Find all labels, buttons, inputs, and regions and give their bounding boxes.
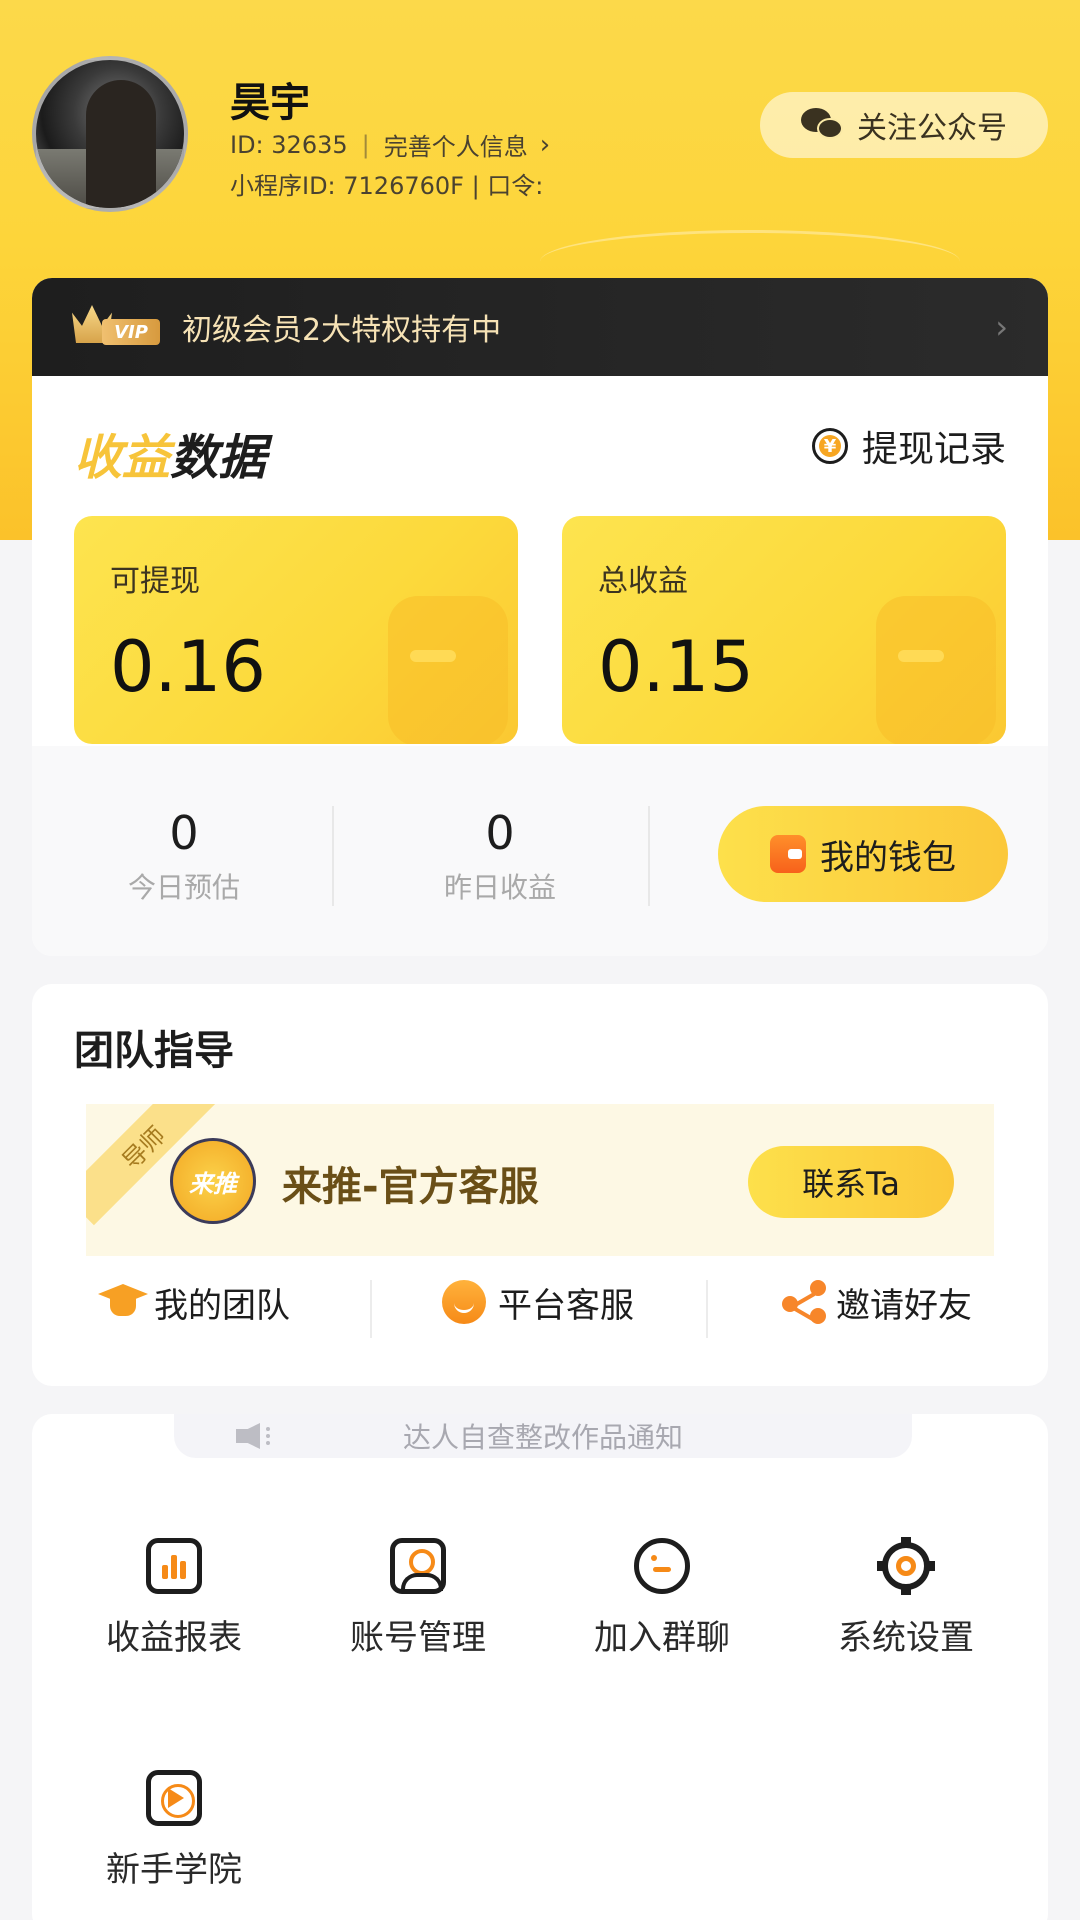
- mentor-banner[interactable]: 导师 来推 来推-官方客服 联系Ta: [86, 1104, 994, 1256]
- chevron-right-icon: ›: [995, 308, 1008, 346]
- yesterday-income-value: 0: [485, 806, 515, 860]
- yen-coin-icon: ¥: [811, 428, 848, 464]
- my-wallet-button[interactable]: 我的钱包: [718, 806, 1008, 902]
- divider: [332, 806, 334, 906]
- platform-service-link[interactable]: 平台客服: [442, 1272, 634, 1332]
- grid-join-group[interactable]: 加入群聊: [562, 1538, 762, 1659]
- notice-text: 达人自查整改作品通知: [402, 1421, 683, 1454]
- total-income-value: 0.15: [598, 626, 754, 708]
- account-icon: [390, 1538, 446, 1594]
- grid-income-report[interactable]: 收益报表: [74, 1538, 274, 1659]
- team-guidance-card: 团队指导 导师 来推 来推-官方客服 联系Ta 我的团队 平台客服 邀请好友: [32, 984, 1048, 1386]
- customer-service-icon: [442, 1280, 486, 1324]
- user-id-row[interactable]: ID: 32635 | 完善个人信息 ›: [230, 127, 550, 162]
- vip-crown-icon: VIP: [72, 305, 160, 349]
- divider: [370, 1280, 372, 1338]
- withdrawable-value: 0.16: [110, 626, 266, 708]
- follow-official-account-button[interactable]: 关注公众号: [760, 92, 1048, 158]
- my-team-label: 我的团队: [154, 1285, 290, 1326]
- gear-icon: [877, 1537, 935, 1595]
- speaker-icon: [236, 1423, 270, 1449]
- complete-info-link[interactable]: 完善个人信息: [384, 127, 528, 162]
- mentor-name: 来推-官方客服: [282, 1164, 539, 1210]
- income-card: VIP 初级会员2大特权持有中 › 收益数据 ¥ 提现记录 可提现 0.16 总…: [32, 278, 1048, 956]
- user-id: ID: 32635: [230, 130, 348, 159]
- grid-label: 收益报表: [106, 1618, 242, 1658]
- vip-badge-label: VIP: [102, 319, 160, 345]
- withdraw-record-label: 提现记录: [861, 429, 1006, 470]
- vip-text: 初级会员2大特权持有中: [182, 313, 502, 348]
- bar-chart-icon: [146, 1538, 202, 1594]
- avatar-figure: [86, 80, 156, 208]
- withdrawable-label: 可提现: [110, 564, 200, 599]
- avatar[interactable]: [32, 56, 188, 212]
- income-section-title: 收益数据: [74, 418, 266, 488]
- follow-label: 关注公众号: [857, 111, 1007, 146]
- grid-beginner-academy[interactable]: 新手学院: [74, 1770, 274, 1891]
- share-icon: [782, 1280, 826, 1324]
- income-title-highlight: 收益: [74, 430, 171, 486]
- vip-bar[interactable]: VIP 初级会员2大特权持有中 ›: [32, 278, 1048, 376]
- graduation-cap-icon: [98, 1282, 148, 1322]
- platform-service-label: 平台客服: [498, 1285, 634, 1326]
- wallet-icon: [770, 835, 806, 873]
- today-estimate-value: 0: [169, 806, 199, 860]
- grid-label: 账号管理: [350, 1618, 486, 1658]
- income-title-rest: 数据: [170, 430, 267, 486]
- divider: [706, 1280, 708, 1338]
- total-income-card[interactable]: 总收益 0.15: [562, 516, 1006, 744]
- withdraw-record-link[interactable]: ¥ 提现记录: [811, 420, 1006, 472]
- yesterday-income[interactable]: 0 昨日收益: [400, 806, 600, 906]
- my-team-link[interactable]: 我的团队: [98, 1272, 290, 1332]
- invite-friends-label: 邀请好友: [836, 1285, 972, 1326]
- mini-program-id: 小程序ID: 7126760F | 口令:: [230, 172, 544, 200]
- wallet-watermark-icon: [876, 596, 996, 744]
- grid-label: 加入群聊: [594, 1618, 730, 1658]
- mentor-logo: 来推: [170, 1138, 256, 1224]
- wechat-icon: [801, 108, 845, 142]
- grid-account-management[interactable]: 账号管理: [318, 1538, 518, 1659]
- wallet-watermark-icon: [388, 596, 508, 744]
- my-wallet-label: 我的钱包: [820, 837, 956, 878]
- total-income-label: 总收益: [598, 564, 688, 599]
- today-estimate-label: 今日预估: [127, 871, 240, 904]
- user-name: 昊宇: [230, 80, 310, 126]
- divider: [648, 806, 650, 906]
- today-estimate[interactable]: 0 今日预估: [84, 806, 284, 906]
- invite-friends-link[interactable]: 邀请好友: [782, 1272, 972, 1332]
- notice-bar[interactable]: 达人自查整改作品通知: [174, 1414, 912, 1458]
- chat-bubble-icon: [634, 1538, 690, 1594]
- income-summary-panel: 0 今日预估 0 昨日收益 我的钱包: [32, 746, 1048, 956]
- chevron-right-icon: ›: [539, 129, 551, 160]
- withdrawable-card[interactable]: 可提现 0.16: [74, 516, 518, 744]
- team-guidance-title: 团队指导: [74, 1028, 234, 1074]
- grid-label: 系统设置: [838, 1618, 974, 1658]
- yesterday-income-label: 昨日收益: [443, 871, 556, 904]
- tools-card: 达人自查整改作品通知 收益报表 账号管理 加入群聊 系统设置 新手学院: [32, 1414, 1048, 1920]
- contact-mentor-button[interactable]: 联系Ta: [748, 1146, 954, 1218]
- user-id-separator: |: [361, 130, 370, 159]
- grid-label: 新手学院: [106, 1850, 242, 1890]
- play-video-icon: [146, 1770, 202, 1826]
- grid-system-settings[interactable]: 系统设置: [806, 1537, 1006, 1659]
